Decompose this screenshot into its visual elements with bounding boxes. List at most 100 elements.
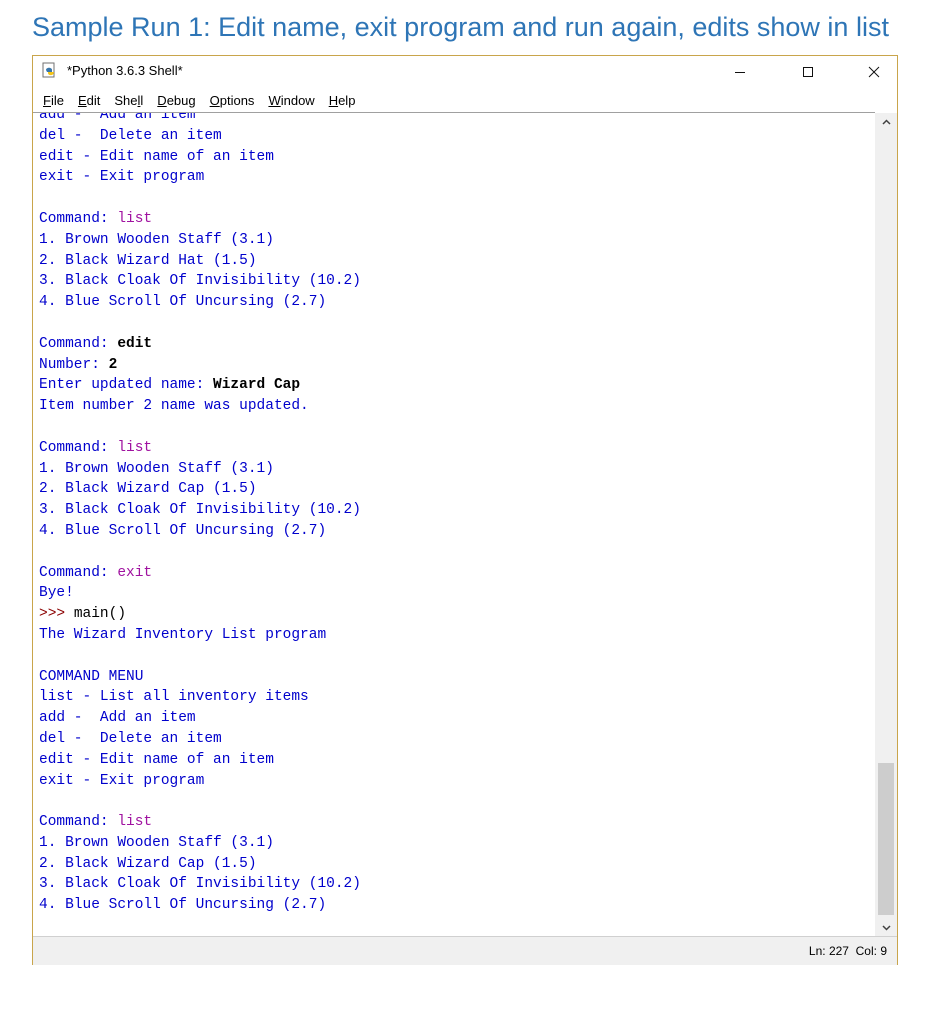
shell-text: list bbox=[117, 210, 153, 227]
shell-text: 2. Black Wizard Hat (1.5) bbox=[39, 252, 257, 269]
shell-text: list bbox=[117, 439, 153, 456]
shell-line: del - Delete an item bbox=[39, 126, 361, 147]
menu-item[interactable]: Window bbox=[261, 93, 321, 108]
shell-line: add - Add an item bbox=[39, 112, 361, 126]
shell-line: Enter updated name: Wizard Cap bbox=[39, 375, 361, 396]
shell-line: Command: list bbox=[39, 438, 361, 459]
shell-text: 1. Brown Wooden Staff (3.1) bbox=[39, 460, 274, 477]
shell-line: add - Add an item bbox=[39, 708, 361, 729]
shell-text: >>> bbox=[39, 606, 74, 623]
menu-item[interactable]: Shell bbox=[107, 93, 150, 108]
shell-line: 3. Black Cloak Of Invisibility (10.2) bbox=[39, 500, 361, 521]
shell-line: 1. Brown Wooden Staff (3.1) bbox=[39, 459, 361, 480]
shell-line: 4. Blue Scroll Of Uncursing (2.7) bbox=[39, 895, 361, 916]
shell-text: Number: bbox=[39, 356, 109, 373]
shell-text: edit - Edit name of an item bbox=[39, 148, 274, 165]
shell-text: 2 bbox=[108, 356, 118, 373]
column-number: Col: 9 bbox=[855, 944, 887, 958]
shell-text: edit bbox=[117, 335, 153, 352]
shell-text: Wizard Cap bbox=[213, 377, 301, 394]
shell-text: 2. Black Wizard Cap (1.5) bbox=[39, 855, 257, 872]
shell-line: Bye! bbox=[39, 583, 361, 604]
shell-line: 2. Black Wizard Hat (1.5) bbox=[39, 251, 361, 272]
menu-bar: File Edit Shell Debug Options Window Help bbox=[33, 88, 897, 112]
shell-text: Command: bbox=[39, 210, 118, 227]
shell-text: 4. Blue Scroll Of Uncursing (2.7) bbox=[39, 897, 327, 914]
shell-line: 3. Black Cloak Of Invisibility (10.2) bbox=[39, 271, 361, 292]
shell-line: exit - Exit program bbox=[39, 167, 361, 188]
shell-line: edit - Edit name of an item bbox=[39, 750, 361, 771]
window-title: *Python 3.6.3 Shell* bbox=[67, 63, 183, 78]
minimize-button[interactable] bbox=[717, 56, 763, 87]
maximize-button[interactable] bbox=[785, 56, 831, 87]
shell-text: add - Add an item bbox=[39, 710, 196, 727]
minimize-icon bbox=[735, 71, 745, 73]
shell-text: del - Delete an item bbox=[39, 127, 222, 144]
shell-line: 1. Brown Wooden Staff (3.1) bbox=[39, 230, 361, 251]
menu-item[interactable]: Edit bbox=[71, 93, 107, 108]
menu-item[interactable]: Options bbox=[203, 93, 262, 108]
shell-line: Command: list bbox=[39, 812, 361, 833]
shell-text: exit - Exit program bbox=[39, 169, 205, 186]
shell-line: 4. Blue Scroll Of Uncursing (2.7) bbox=[39, 521, 361, 542]
scroll-thumb[interactable] bbox=[878, 763, 894, 915]
shell-line: del - Delete an item bbox=[39, 729, 361, 750]
shell-text: COMMAND MENU bbox=[39, 668, 144, 685]
shell-text: 1. Brown Wooden Staff (3.1) bbox=[39, 834, 274, 851]
shell-text: The Wizard Inventory List program bbox=[39, 626, 327, 643]
chevron-down-icon bbox=[881, 924, 891, 931]
shell-text: Enter updated name: bbox=[39, 377, 214, 394]
maximize-icon bbox=[803, 66, 813, 77]
shell-text: edit - Edit name of an item bbox=[39, 751, 274, 768]
shell-text: Command: bbox=[39, 814, 118, 831]
shell-text: 3. Black Cloak Of Invisibility (10.2) bbox=[39, 876, 361, 893]
shell-text: 4. Blue Scroll Of Uncursing (2.7) bbox=[39, 294, 327, 311]
shell-text: list - List all inventory items bbox=[39, 689, 309, 706]
shell-text: 2. Black Wizard Cap (1.5) bbox=[39, 481, 257, 498]
shell-line: 1. Brown Wooden Staff (3.1) bbox=[39, 833, 361, 854]
shell-text-area[interactable]: add - Add an item del - Delete an item edi… bbox=[33, 112, 875, 937]
shell-text: 3. Black Cloak Of Invisibility (10.2) bbox=[39, 273, 361, 290]
shell-text: list bbox=[117, 814, 153, 831]
shell-line: The Wizard Inventory List program bbox=[39, 625, 361, 646]
menu-item[interactable]: Help bbox=[322, 93, 363, 108]
shell-text: Command: bbox=[39, 439, 118, 456]
menu-item[interactable]: File bbox=[36, 93, 71, 108]
idle-shell-window: *Python 3.6.3 Shell* File Edit Shell Debug O… bbox=[32, 55, 898, 965]
shell-text: Item number 2 name was updated. bbox=[39, 398, 309, 415]
shell-text: exit bbox=[117, 564, 153, 581]
shell-line: 2. Black Wizard Cap (1.5) bbox=[39, 479, 361, 500]
shell-line: Number: 2 bbox=[39, 355, 361, 376]
shell-text: add - Add an item bbox=[39, 112, 196, 123]
shell-text: 4. Blue Scroll Of Uncursing (2.7) bbox=[39, 522, 327, 539]
close-button[interactable] bbox=[851, 56, 897, 87]
close-icon bbox=[868, 66, 880, 77]
python-idle-icon bbox=[42, 62, 55, 78]
shell-text: Command: bbox=[39, 335, 118, 352]
shell-text: 1. Brown Wooden Staff (3.1) bbox=[39, 231, 274, 248]
shell-line: COMMAND MENU bbox=[39, 667, 361, 688]
shell-line: edit - Edit name of an item bbox=[39, 147, 361, 168]
shell-line: Command: list bbox=[39, 209, 361, 230]
title-bar[interactable]: *Python 3.6.3 Shell* bbox=[33, 56, 897, 87]
cursor-position: Ln: 227 Col: 9 bbox=[809, 944, 887, 958]
status-bar: Ln: 227 Col: 9 bbox=[33, 936, 897, 965]
scroll-down-button[interactable] bbox=[875, 919, 897, 936]
shell-text: 3. Black Cloak Of Invisibility (10.2) bbox=[39, 502, 361, 519]
shell-line: exit - Exit program bbox=[39, 771, 361, 792]
shell-output: add - Add an item del - Delete an item edi… bbox=[39, 112, 361, 937]
shell-line: Command: exit bbox=[39, 563, 361, 584]
vertical-scrollbar[interactable] bbox=[875, 113, 897, 936]
shell-text: main() bbox=[73, 606, 127, 623]
scroll-up-button[interactable] bbox=[875, 113, 897, 130]
shell-line: 4. Blue Scroll Of Uncursing (2.7) bbox=[39, 292, 361, 313]
page-caption: Sample Run 1: Edit name, exit program an… bbox=[32, 12, 889, 42]
shell-line: 3. Black Cloak Of Invisibility (10.2) bbox=[39, 874, 361, 895]
shell-line: 2. Black Wizard Cap (1.5) bbox=[39, 854, 361, 875]
menu-item[interactable]: Debug bbox=[150, 93, 202, 108]
